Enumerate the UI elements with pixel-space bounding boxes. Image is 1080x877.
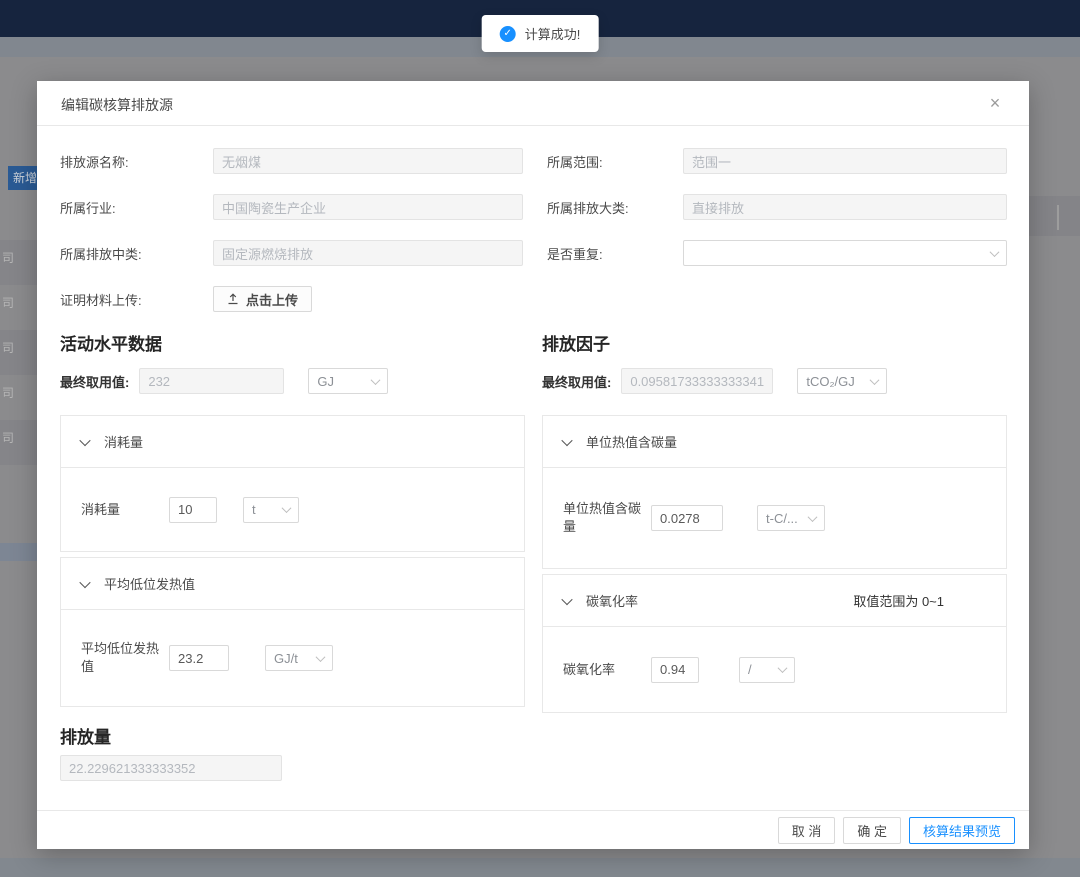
activity-unit-value: GJ <box>317 374 334 389</box>
success-toast: ✓ 计算成功! <box>482 15 599 52</box>
emission-amount-title: 排放量 <box>60 723 1007 748</box>
calorific-panel: 平均低位发热值 平均低位发热值 GJ/t <box>60 557 525 707</box>
upload-label: 证明材料上传: <box>60 290 213 309</box>
emission-major-label: 所属排放大类: <box>547 198 683 217</box>
carbon-content-panel: 单位热值含碳量 单位热值含碳量 t-C/... <box>542 415 1007 569</box>
industry-label: 所属行业: <box>60 198 213 217</box>
calorific-field-label: 平均低位发热值 <box>81 640 169 676</box>
factor-final-input <box>621 368 773 394</box>
background-toolbar-band <box>1029 196 1080 236</box>
calorific-panel-header[interactable]: 平均低位发热值 <box>61 558 524 610</box>
factor-final-label: 最终取用值: <box>542 372 611 391</box>
chevron-down-icon <box>808 512 818 522</box>
chevron-down-icon <box>79 576 90 587</box>
emission-major-input <box>683 194 1007 220</box>
toast-message: 计算成功! <box>525 24 581 43</box>
cancel-button[interactable]: 取 消 <box>778 817 836 844</box>
oxidation-rate-panel-title: 碳氧化率 <box>586 591 638 610</box>
scope-input <box>683 148 1007 174</box>
background-footer-band <box>0 858 1080 877</box>
upload-button[interactable]: 点击上传 <box>213 286 312 312</box>
emission-amount-input <box>60 755 282 781</box>
consumption-panel-title: 消耗量 <box>104 432 143 451</box>
check-circle-icon: ✓ <box>500 26 516 42</box>
activity-final-input <box>139 368 284 394</box>
oxidation-rate-panel: 碳氧化率 取值范围为 0~1 碳氧化率 / <box>542 574 1007 713</box>
source-name-input <box>213 148 523 174</box>
background-row-text: 司 <box>2 384 16 401</box>
background-row-text: 司 <box>2 249 16 266</box>
chevron-down-icon <box>870 375 880 385</box>
dialog-header: 编辑碳核算排放源 × <box>37 81 1029 126</box>
carbon-content-input[interactable] <box>651 505 723 531</box>
scope-label: 所属范围: <box>547 152 683 171</box>
consumption-panel-header[interactable]: 消耗量 <box>61 416 524 468</box>
emission-mid-input <box>213 240 523 266</box>
consumption-panel: 消耗量 消耗量 t <box>60 415 525 552</box>
oxidation-rate-unit-select[interactable]: / <box>739 657 795 683</box>
activity-final-label: 最终取用值: <box>60 372 129 391</box>
background-row-text: 司 <box>2 339 16 356</box>
confirm-button[interactable]: 确 定 <box>843 817 901 844</box>
chevron-down-icon <box>778 663 788 673</box>
consumption-unit-value: t <box>252 502 256 517</box>
emission-factor-section: 排放因子 最终取用值: tCO₂/GJ 单位热值含碳量 单位热值含碳 <box>542 330 1007 713</box>
dialog-footer: 取 消 确 定 核算结果预览 <box>37 810 1029 849</box>
calorific-input[interactable] <box>169 645 229 671</box>
calorific-unit-value: GJ/t <box>274 651 298 666</box>
industry-input <box>213 194 523 220</box>
activity-data-title: 活动水平数据 <box>60 330 525 355</box>
chevron-down-icon <box>371 375 381 385</box>
calorific-unit-select[interactable]: GJ/t <box>265 645 333 671</box>
source-name-label: 排放源名称: <box>60 152 213 171</box>
upload-icon <box>227 293 239 305</box>
oxidation-rate-input[interactable] <box>651 657 699 683</box>
carbon-content-field-label: 单位热值含碳量 <box>563 500 651 536</box>
oxidation-rate-unit-value: / <box>748 662 752 677</box>
background-selected-row <box>0 543 37 561</box>
chevron-down-icon <box>561 593 572 604</box>
emission-factor-title: 排放因子 <box>542 330 1007 355</box>
consumption-field-label: 消耗量 <box>81 501 169 519</box>
oxidation-rate-panel-header[interactable]: 碳氧化率 取值范围为 0~1 <box>543 575 1006 627</box>
upload-button-label: 点击上传 <box>246 290 298 309</box>
emission-mid-label: 所属排放中类: <box>60 244 213 263</box>
chevron-down-icon <box>990 247 1000 257</box>
background-add-button: 新增 <box>8 166 37 190</box>
dialog-title: 编辑碳核算排放源 <box>61 97 173 113</box>
calorific-panel-title: 平均低位发热值 <box>104 574 195 593</box>
carbon-content-unit-select[interactable]: t-C/... <box>757 505 825 531</box>
result-preview-button[interactable]: 核算结果预览 <box>909 817 1015 844</box>
close-icon[interactable]: × <box>983 91 1007 115</box>
factor-unit-select[interactable]: tCO₂/GJ <box>797 368 887 394</box>
consumption-unit-select[interactable]: t <box>243 497 299 523</box>
factor-unit-value: tCO₂/GJ <box>806 374 854 389</box>
activity-unit-select[interactable]: GJ <box>308 368 388 394</box>
form-grid: 排放源名称: 所属范围: 所属行业: 所属排放大类: 所属排放中类: 是否重复: <box>60 148 1007 312</box>
activity-data-section: 活动水平数据 最终取用值: GJ 消耗量 消耗量 <box>60 330 525 713</box>
chevron-down-icon <box>79 434 90 445</box>
carbon-content-panel-header[interactable]: 单位热值含碳量 <box>543 416 1006 468</box>
background-row-text: 司 <box>2 429 16 446</box>
edit-emission-source-dialog: 编辑碳核算排放源 × 排放源名称: 所属范围: 所属行业: 所属排放大类: 所属… <box>37 81 1029 849</box>
oxidation-rate-field-label: 碳氧化率 <box>563 661 651 679</box>
chevron-down-icon <box>282 503 292 513</box>
oxidation-range-note: 取值范围为 0~1 <box>853 591 986 610</box>
carbon-content-panel-title: 单位热值含碳量 <box>586 432 677 451</box>
duplicate-label: 是否重复: <box>547 244 683 263</box>
duplicate-select[interactable] <box>683 240 1007 266</box>
chevron-down-icon <box>316 652 326 662</box>
background-divider <box>1057 205 1059 230</box>
chevron-down-icon <box>561 434 572 445</box>
emission-amount-section: 排放量 <box>60 723 1007 781</box>
background-row-text: 司 <box>2 294 16 311</box>
consumption-input[interactable] <box>169 497 217 523</box>
carbon-content-unit-value: t-C/... <box>766 511 798 526</box>
